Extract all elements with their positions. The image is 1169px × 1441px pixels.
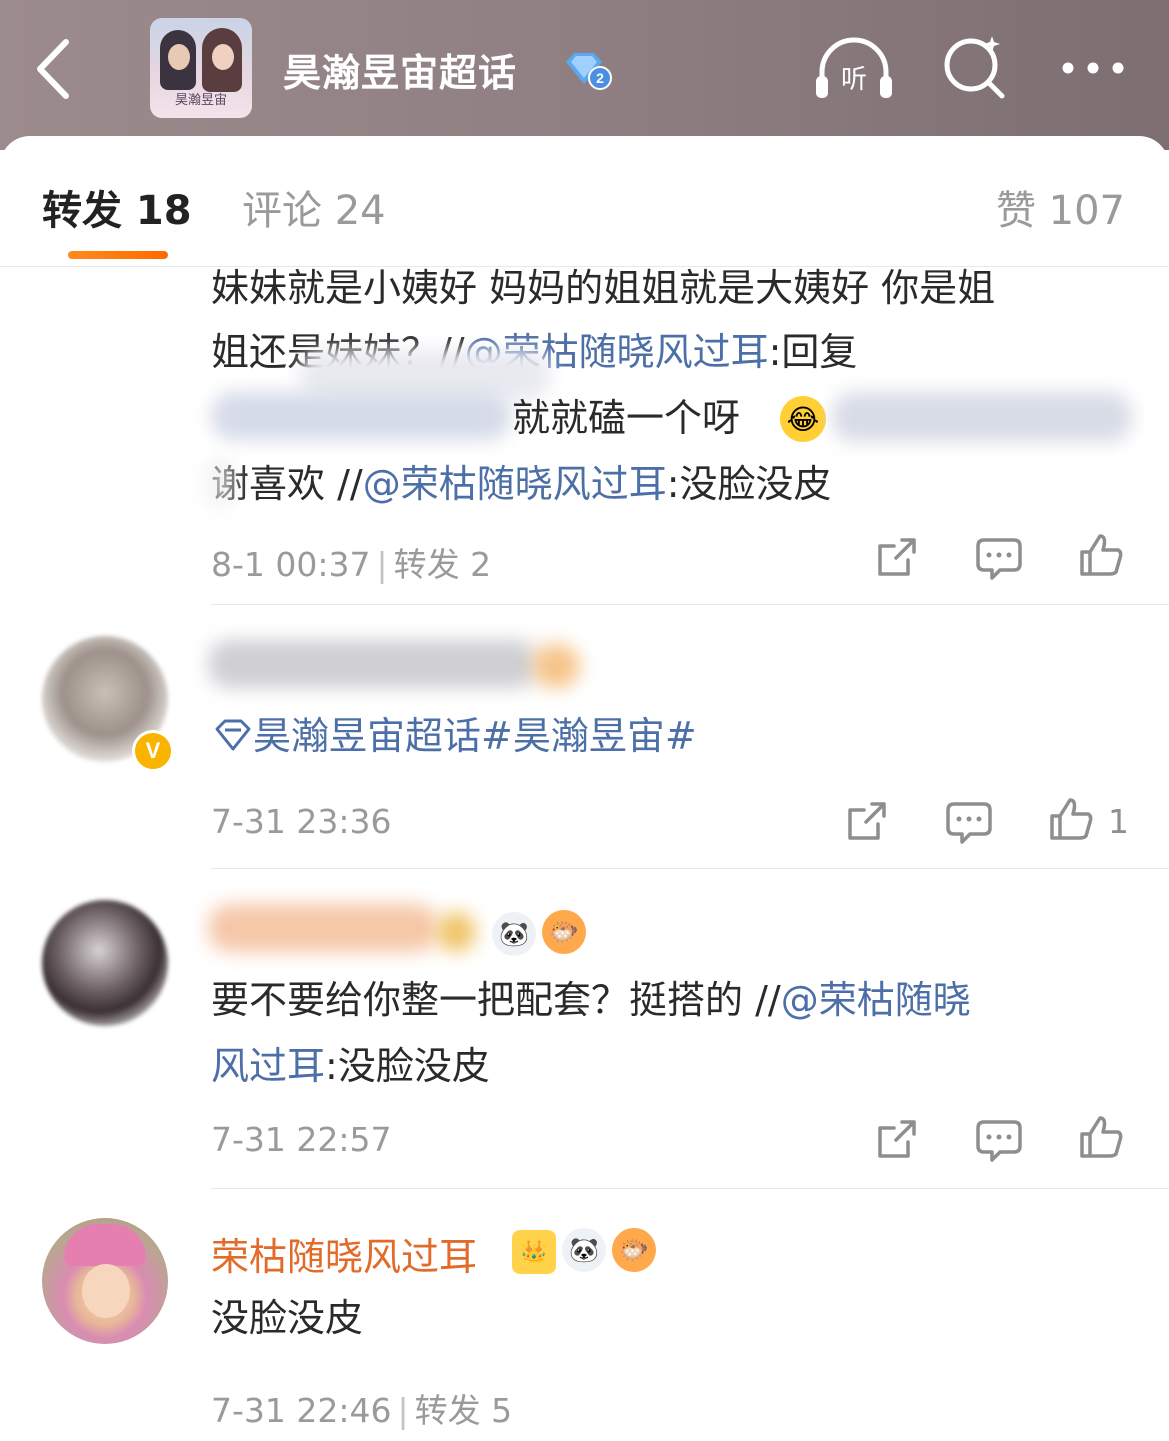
like-icon [1080, 534, 1123, 576]
post-meta: 7-31 23:36 [211, 802, 392, 841]
avatar[interactable] [42, 900, 168, 1026]
supertopic-level-badge: 2 [562, 50, 614, 90]
fish-emoji-icon: 🐡 [612, 1228, 656, 1272]
post-text-line: 谢喜欢 //@荣枯随晓风过耳:没脸没皮 [211, 460, 832, 508]
back-icon [37, 39, 69, 99]
share-icon [848, 802, 886, 840]
blurred-region [205, 458, 235, 508]
mention-link[interactable]: 风过耳 [211, 1044, 325, 1088]
like-icon [1080, 1116, 1123, 1158]
svg-text:听: 听 [841, 65, 867, 95]
supertopic-link[interactable]: 昊瀚昱宙超话#昊瀚昱宙# [213, 712, 697, 760]
listen-button[interactable]: 听 [812, 34, 896, 104]
timestamp: 7-31 22:57 [211, 1120, 392, 1159]
search-button[interactable] [940, 32, 1010, 102]
listen-icon: 听 [816, 37, 892, 98]
post-meta: 7-31 22:46 | 转发 5 [211, 1384, 512, 1432]
cover-face [212, 44, 234, 70]
comment-button[interactable] [944, 796, 994, 846]
post-meta: 8-1 00:37 | 转发 2 [211, 538, 491, 586]
top-bar: 昊瀚昱宙 昊瀚昱宙超话 2 听 [0, 0, 1169, 150]
comment-button[interactable] [974, 532, 1024, 582]
blurred-username [208, 640, 538, 688]
more-button[interactable] [1058, 50, 1128, 86]
text-segment: :回复 [768, 330, 858, 374]
username[interactable]: 荣枯随晓风过耳 [211, 1226, 477, 1281]
tab-comments[interactable]: 评论 24 [242, 178, 386, 236]
share-icon [878, 1120, 916, 1158]
blurred-emoji [532, 644, 580, 688]
avatar-hat [64, 1224, 146, 1266]
post-meta: 7-31 22:57 [211, 1120, 392, 1159]
diamond-icon: 2 [566, 53, 612, 90]
blurred-username [208, 904, 438, 952]
search-icon [944, 36, 1005, 99]
text-segment: :没脸没皮 [325, 1044, 490, 1088]
laugh-cry-emoji-icon: 😂 [780, 396, 826, 442]
meta-separator: | [397, 1391, 409, 1430]
cover-face [168, 44, 190, 70]
post-divider [211, 868, 1169, 869]
share-button[interactable] [872, 1114, 922, 1164]
timestamp: 8-1 00:37 [211, 545, 371, 584]
supertopic-icon [215, 719, 251, 751]
text-segment: :没脸没皮 [666, 462, 832, 506]
blurred-mention [832, 392, 1132, 442]
repost-count[interactable]: 转发 2 [394, 545, 492, 584]
share-button[interactable] [842, 796, 892, 846]
post-text-line: 没脸没皮 [211, 1296, 364, 1340]
post-text-line: 妹妹就是小姨好 妈妈的姐姐就是大姨好 你是姐 [211, 264, 995, 312]
comment-button[interactable] [974, 1114, 1024, 1164]
like-button[interactable] [1076, 530, 1126, 580]
cover-text: 昊瀚昱宙 [174, 93, 227, 108]
post-divider [211, 604, 1169, 605]
blurred-emoji [436, 912, 476, 952]
active-tab-indicator [68, 251, 168, 259]
post-text-line: 要不要给你整一把配套？挺搭的 //@荣枯随晓 [211, 976, 971, 1024]
comment-icon [976, 538, 1022, 580]
panda-emoji-icon: 🐼 [492, 912, 536, 956]
like-button[interactable] [1046, 794, 1096, 844]
topic-text: 昊瀚昱宙超话#昊瀚昱宙# [253, 714, 697, 758]
like-count: 1 [1108, 802, 1129, 841]
like-button[interactable] [1076, 1112, 1126, 1162]
repost-count[interactable]: 转发 5 [415, 1391, 513, 1430]
comment-icon [946, 802, 992, 844]
more-icon [1062, 62, 1124, 74]
crown-badge-icon: 👑 [512, 1230, 556, 1274]
tab-likes[interactable]: 赞 107 [996, 178, 1125, 236]
share-button[interactable] [872, 532, 922, 582]
meta-separator: | [376, 545, 388, 584]
comment-icon [976, 1120, 1022, 1162]
fish-emoji-icon: 🐡 [542, 910, 586, 954]
mention-link[interactable]: @荣枯随晓 [781, 978, 971, 1022]
share-icon [878, 538, 916, 576]
like-icon [1050, 798, 1093, 840]
supertopic-cover[interactable]: 昊瀚昱宙 [150, 18, 252, 118]
tab-repost[interactable]: 转发 18 [42, 178, 192, 236]
post-text-line: 就就磕一个呀 [512, 394, 740, 442]
panda-emoji-icon: 🐼 [562, 1228, 606, 1272]
avatar-face [82, 1264, 130, 1318]
text-segment: 要不要给你整一把配套？挺搭的 // [211, 978, 781, 1022]
avatar[interactable] [42, 1218, 168, 1344]
svg-text:2: 2 [596, 70, 604, 86]
post-text-line: 风过耳:没脸没皮 [211, 1042, 490, 1090]
verified-badge-icon: V [132, 730, 174, 772]
timestamp: 7-31 23:36 [211, 802, 392, 841]
back-button[interactable] [28, 34, 84, 104]
text-segment: 妹妹就是小姨好 妈妈的姐姐就是大姨好 你是姐 [211, 266, 996, 310]
text-segment: 就就磕一个呀 [512, 396, 741, 440]
post-divider [211, 1188, 1169, 1189]
page-title[interactable]: 昊瀚昱宙超话 [283, 42, 517, 97]
timestamp: 7-31 22:46 [211, 1391, 392, 1430]
blurred-mention [211, 392, 511, 440]
mention-link[interactable]: @荣枯随晓风过耳 [363, 462, 667, 506]
